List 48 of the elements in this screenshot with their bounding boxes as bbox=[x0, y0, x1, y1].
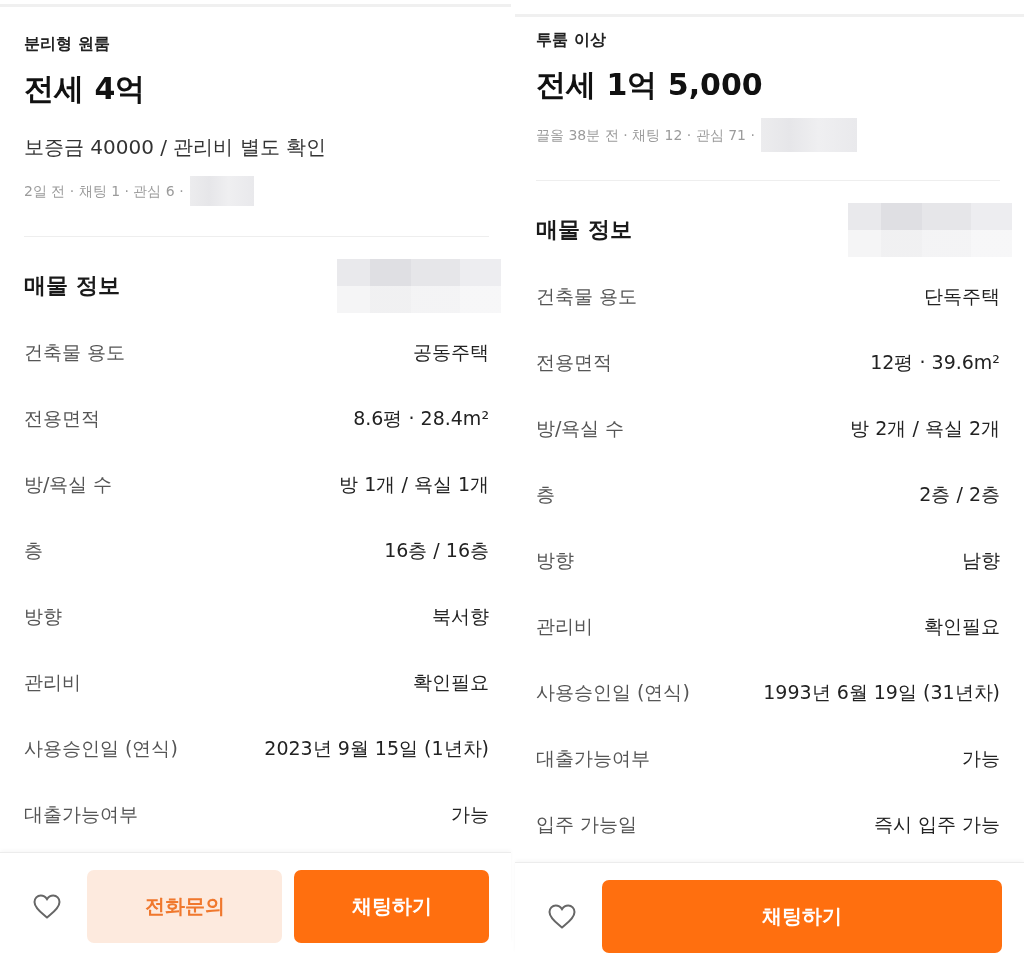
detail-label: 관리비 bbox=[24, 670, 81, 695]
detail-label: 대출가능여부 bbox=[24, 802, 138, 827]
chat-button[interactable]: 채팅하기 bbox=[294, 870, 489, 943]
meta-text: 2일 전 · 채팅 1 · 관심 6 · bbox=[24, 182, 184, 201]
detail-label: 방향 bbox=[24, 604, 62, 629]
chat-button[interactable]: 채팅하기 bbox=[602, 880, 1002, 953]
detail-label: 방/욕실 수 bbox=[24, 472, 113, 497]
detail-label: 방향 bbox=[536, 548, 574, 573]
detail-value: 8.6평 · 28.4m² bbox=[353, 406, 489, 431]
detail-label: 건축물 용도 bbox=[536, 284, 638, 309]
detail-value: 2층 / 2층 bbox=[919, 482, 1000, 507]
deposit-text: 보증금 40000 / 관리비 별도 확인 bbox=[24, 134, 327, 161]
detail-value: 방 1개 / 욕실 1개 bbox=[339, 472, 489, 497]
detail-label: 사용승인일 (연식) bbox=[24, 736, 178, 761]
detail-label: 전용면적 bbox=[536, 350, 612, 375]
detail-label: 관리비 bbox=[536, 614, 593, 639]
detail-value: 가능 bbox=[451, 802, 489, 827]
category-label: 투룸 이상 bbox=[536, 29, 606, 51]
meta-text: 끌올 38분 전 · 채팅 12 · 관심 71 · bbox=[536, 126, 755, 145]
call-button[interactable]: 전화문의 bbox=[87, 870, 282, 943]
detail-value: 북서향 bbox=[432, 604, 489, 629]
detail-value: 공동주택 bbox=[413, 340, 489, 365]
detail-value: 방 2개 / 욕실 2개 bbox=[850, 416, 1000, 441]
detail-label: 입주 가능일 bbox=[536, 812, 638, 837]
section-title: 매물 정보 bbox=[536, 216, 632, 244]
detail-value: 2023년 9월 15일 (1년차) bbox=[264, 736, 489, 761]
detail-value: 16층 / 16층 bbox=[384, 538, 489, 563]
detail-label: 사용승인일 (연식) bbox=[536, 680, 690, 705]
detail-label: 건축물 용도 bbox=[24, 340, 126, 365]
detail-value: 가능 bbox=[962, 746, 1000, 771]
detail-value: 확인필요 bbox=[413, 670, 489, 695]
detail-label: 층 bbox=[24, 538, 43, 563]
heart-icon[interactable] bbox=[547, 904, 576, 929]
section-title: 매물 정보 bbox=[24, 272, 120, 300]
detail-value: 12평 · 39.6m² bbox=[870, 350, 1000, 375]
detail-value: 1993년 6월 19일 (31년차) bbox=[763, 680, 1000, 705]
category-label: 분리형 원룸 bbox=[24, 33, 110, 55]
price-title: 전세 4억 bbox=[24, 70, 146, 108]
detail-value: 즉시 입주 가능 bbox=[873, 812, 1000, 837]
detail-value: 남향 bbox=[962, 548, 1000, 573]
heart-icon[interactable] bbox=[32, 894, 61, 919]
detail-label: 방/욕실 수 bbox=[536, 416, 625, 441]
detail-value: 단독주택 bbox=[924, 284, 1000, 309]
detail-label: 층 bbox=[536, 482, 555, 507]
detail-label: 대출가능여부 bbox=[536, 746, 650, 771]
detail-value: 확인필요 bbox=[924, 614, 1000, 639]
price-title: 전세 1억 5,000 bbox=[536, 66, 763, 104]
detail-label: 전용면적 bbox=[24, 406, 100, 431]
